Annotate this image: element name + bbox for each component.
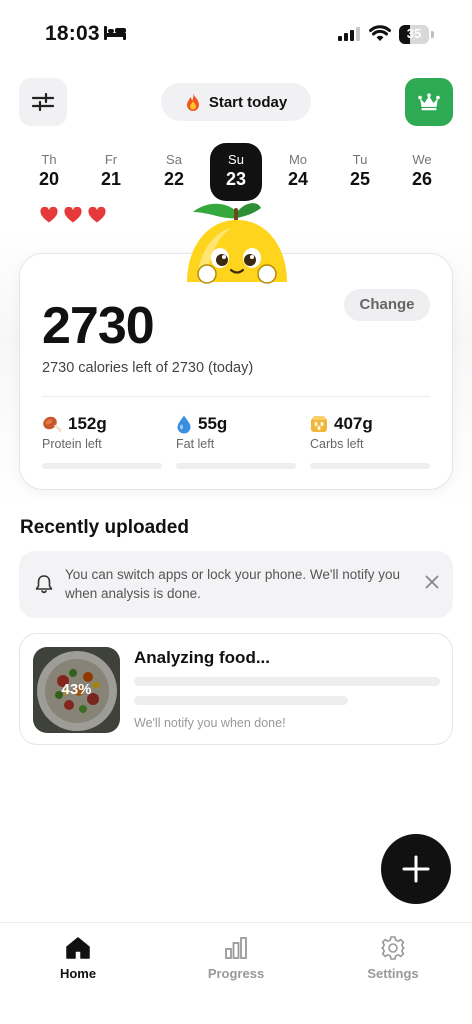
tab-progress-label: Progress xyxy=(207,966,265,981)
lemon-mascot-icon xyxy=(187,203,287,284)
plus-icon xyxy=(402,855,430,883)
day-name: Tu xyxy=(352,152,368,167)
bar-chart-icon xyxy=(225,937,247,959)
start-today-label: Start today xyxy=(208,93,288,111)
premium-button[interactable] xyxy=(405,78,453,126)
calories-summary: 2730 calories left of 2730 (today) xyxy=(42,360,254,376)
wifi-icon xyxy=(369,25,391,41)
analysis-progress: 43% xyxy=(61,681,92,698)
card-divider xyxy=(42,396,430,397)
heart-icon xyxy=(64,207,82,223)
macro-fat: 55g Fat left xyxy=(176,414,296,469)
analyzing-subtitle: We'll notify you when done! xyxy=(134,716,286,730)
fire-icon xyxy=(186,92,199,111)
add-food-button[interactable] xyxy=(381,834,451,904)
status-time: 18:03 xyxy=(45,22,100,45)
hearts-row xyxy=(40,207,106,223)
crown-icon xyxy=(418,93,440,111)
day-name: Th xyxy=(41,152,57,167)
food-photo: 43% xyxy=(33,647,120,733)
day-we[interactable]: We 26 xyxy=(396,143,448,201)
change-goal-button[interactable]: Change xyxy=(344,289,430,321)
notify-banner-text: You can switch apps or lock your phone. … xyxy=(65,567,401,601)
day-name: Fr xyxy=(104,152,118,167)
day-date: 23 xyxy=(225,169,247,189)
fat-value: 55g xyxy=(198,414,228,433)
gear-icon xyxy=(381,936,405,960)
drumstick-icon xyxy=(43,416,62,432)
macro-protein: 152g Protein left xyxy=(42,414,162,469)
protein-progress-bar xyxy=(42,463,162,469)
tab-settings-label: Settings xyxy=(367,966,419,981)
day-date: 20 xyxy=(38,169,60,189)
drop-icon xyxy=(177,415,191,433)
day-date: 24 xyxy=(287,169,309,189)
recently-uploaded-title: Recently uploaded xyxy=(20,517,189,538)
analyzing-title: Analyzing food... xyxy=(134,648,270,667)
battery-tip xyxy=(431,31,434,38)
bottom-tab-bar: Home Progress Settings xyxy=(0,922,472,1024)
day-name: Su xyxy=(228,152,244,167)
fat-label: Fat left xyxy=(176,437,215,451)
day-sa[interactable]: Sa 22 xyxy=(148,143,200,201)
day-date: 21 xyxy=(100,169,122,189)
home-icon xyxy=(66,937,90,959)
tab-home[interactable]: Home xyxy=(28,933,128,981)
placeholder-line xyxy=(134,677,440,686)
day-th[interactable]: Th 20 xyxy=(23,143,75,201)
notify-banner: You can switch apps or lock your phone. … xyxy=(19,551,453,618)
carbs-progress-bar xyxy=(310,463,430,469)
week-strip: Th 20 Fr 21 Sa 22 Su 23 Mo 24 Tu 25 We 2… xyxy=(17,143,457,201)
filter-button[interactable] xyxy=(19,78,67,126)
day-su-selected[interactable]: Su 23 xyxy=(210,143,262,201)
close-icon[interactable] xyxy=(425,575,439,589)
grain-icon xyxy=(311,416,327,432)
calorie-card[interactable]: 2730 Change 2730 calories left of 2730 (… xyxy=(19,253,453,490)
carbs-value: 407g xyxy=(334,414,373,433)
day-tu[interactable]: Tu 25 xyxy=(334,143,386,201)
tab-settings[interactable]: Settings xyxy=(343,933,443,981)
protein-value: 152g xyxy=(68,414,107,433)
fat-progress-bar xyxy=(176,463,296,469)
sliders-icon xyxy=(32,93,54,111)
battery-percent: 35 xyxy=(406,26,422,41)
calories-left-value: 2730 xyxy=(42,297,155,355)
bell-icon xyxy=(35,575,53,594)
day-date: 26 xyxy=(411,169,433,189)
placeholder-line xyxy=(134,696,348,705)
day-fr[interactable]: Fr 21 xyxy=(85,143,137,201)
start-today-button[interactable]: Start today xyxy=(161,83,311,121)
heart-icon xyxy=(88,207,106,223)
carbs-label: Carbs left xyxy=(310,437,364,451)
macro-carbs: 407g Carbs left xyxy=(310,414,430,469)
status-bar: 18:03 35 xyxy=(0,0,472,70)
battery-indicator: 35 xyxy=(399,25,429,44)
day-name: Sa xyxy=(166,152,182,167)
cellular-signal-icon xyxy=(338,27,360,41)
protein-label: Protein left xyxy=(42,437,102,451)
sleep-focus-icon xyxy=(104,26,126,40)
day-date: 25 xyxy=(349,169,371,189)
day-name: We xyxy=(412,152,432,167)
tab-progress[interactable]: Progress xyxy=(186,933,286,981)
day-mo[interactable]: Mo 24 xyxy=(272,143,324,201)
day-date: 22 xyxy=(163,169,185,189)
tab-home-label: Home xyxy=(59,966,97,981)
day-name: Mo xyxy=(288,152,308,167)
heart-icon xyxy=(40,207,58,223)
analyzing-food-card[interactable]: 43% Analyzing food... We'll notify you w… xyxy=(19,633,453,745)
